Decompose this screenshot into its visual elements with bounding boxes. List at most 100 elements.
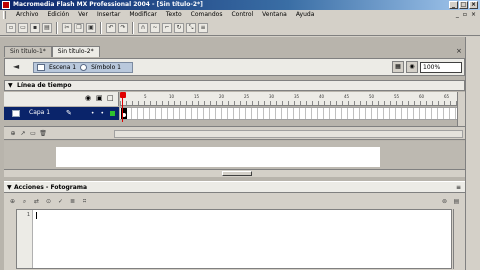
actions-toolbar-right: ⊚ ▤ bbox=[440, 197, 461, 206]
add-statement-icon[interactable]: ⊕ bbox=[8, 197, 17, 206]
smooth-icon[interactable]: ~ bbox=[150, 22, 160, 33]
text-caret bbox=[36, 212, 37, 219]
delete-layer-icon[interactable]: 🗑 bbox=[39, 130, 47, 138]
pencil-icon: ✎ bbox=[66, 109, 72, 117]
straighten-icon[interactable]: ⌐ bbox=[162, 22, 172, 33]
edit-symbol-icon[interactable]: ◉ bbox=[406, 61, 418, 73]
print-icon[interactable]: ▤ bbox=[42, 22, 52, 33]
line-numbers: 1 bbox=[17, 210, 33, 268]
undo-icon[interactable]: ↶ bbox=[106, 22, 116, 33]
timeline-vertical-scrollbar[interactable] bbox=[457, 92, 465, 126]
main-vertical-scrollbar[interactable] bbox=[465, 37, 480, 270]
menubar: Archivo Edición Ver Insertar Modificar T… bbox=[0, 10, 480, 20]
cut-icon[interactable]: ✂ bbox=[62, 22, 72, 33]
tab-sin-titulo-2[interactable]: Sin título-2* bbox=[51, 46, 100, 57]
lock-icon[interactable]: ▣ bbox=[96, 95, 103, 102]
playhead[interactable] bbox=[120, 92, 126, 98]
stage[interactable] bbox=[56, 147, 380, 167]
breadcrumb: Escena 1 Símbolo 1 bbox=[33, 62, 133, 73]
layer-name[interactable]: Capa 1 bbox=[29, 109, 50, 116]
zoom-input[interactable]: 100% bbox=[420, 61, 462, 73]
menu-texto[interactable]: Texto bbox=[166, 10, 182, 20]
panel-options-icon[interactable]: ≡ bbox=[456, 182, 461, 193]
ruler-number: 20 bbox=[219, 94, 225, 99]
paste-icon[interactable]: ▣ bbox=[86, 22, 96, 33]
doc-restore-button[interactable]: ▫ bbox=[463, 10, 467, 20]
menu-control[interactable]: Control bbox=[231, 10, 253, 20]
document-close-icon[interactable]: × bbox=[456, 47, 462, 55]
frame-ruler[interactable]: 5 10 15 20 25 30 35 40 45 50 55 60 65 bbox=[120, 92, 457, 106]
actions-panel-header[interactable]: ▼ Acciones - Fotograma ≡ bbox=[4, 182, 465, 193]
menu-ayuda[interactable]: Ayuda bbox=[296, 10, 315, 20]
ruler-number: 50 bbox=[369, 94, 375, 99]
new-document-icon[interactable]: ▫ bbox=[6, 22, 16, 33]
menu-modificar[interactable]: Modificar bbox=[129, 10, 157, 20]
tab-sin-titulo-1[interactable]: Sin título-1* bbox=[4, 46, 52, 57]
layer-lock-dot[interactable]: • bbox=[100, 110, 104, 117]
timeline-horizontal-scrollbar[interactable] bbox=[114, 130, 463, 138]
code-hint-icon[interactable]: ʭ bbox=[80, 197, 89, 206]
align-icon[interactable]: ≡ bbox=[198, 22, 208, 33]
ruler-number: 55 bbox=[394, 94, 400, 99]
maximize-button[interactable]: □ bbox=[459, 1, 468, 9]
frame-cells[interactable] bbox=[120, 107, 457, 120]
eye-icon[interactable]: ◉ bbox=[85, 95, 92, 102]
save-icon[interactable]: ▪ bbox=[30, 22, 40, 33]
script-vertical-scrollbar[interactable] bbox=[453, 209, 463, 269]
doc-close-button[interactable]: × bbox=[471, 10, 476, 20]
auto-format-icon[interactable]: ≣ bbox=[68, 197, 77, 206]
replace-icon[interactable]: ⇄ bbox=[32, 197, 41, 206]
flash-app-icon bbox=[2, 1, 10, 9]
timeline-panel-header[interactable]: ▼ Línea de tiempo bbox=[4, 80, 465, 91]
layer-row[interactable]: Capa 1 ✎ • • bbox=[4, 107, 119, 120]
stage-horizontal-scrollbar[interactable] bbox=[4, 169, 465, 177]
collapse-arrow-icon[interactable]: ▼ bbox=[8, 81, 13, 91]
layer-visibility-dot[interactable]: • bbox=[91, 110, 95, 117]
ruler-number: 45 bbox=[344, 94, 350, 99]
doc-minimize-button[interactable]: _ bbox=[456, 10, 459, 20]
window-title: Macromedia Flash MX Professional 2004 - … bbox=[13, 1, 203, 8]
reference-icon[interactable]: ⊚ bbox=[440, 197, 449, 206]
check-syntax-icon[interactable]: ✓ bbox=[56, 197, 65, 206]
menu-edicion[interactable]: Edición bbox=[47, 10, 69, 20]
target-icon[interactable]: ⊙ bbox=[44, 197, 53, 206]
snap-icon[interactable]: ∩ bbox=[138, 22, 148, 33]
insert-folder-icon[interactable]: ▭ bbox=[29, 130, 37, 138]
edit-bar: ◄ Escena 1 Símbolo 1 ▦ ◉ 100% bbox=[4, 58, 465, 76]
ruler-number: 30 bbox=[269, 94, 275, 99]
outline-icon[interactable]: □ bbox=[107, 95, 114, 102]
layer-column-icons: ◉ ▣ □ bbox=[85, 95, 114, 102]
rotate-icon[interactable]: ↻ bbox=[174, 22, 184, 33]
find-icon[interactable]: ⌕ bbox=[20, 197, 29, 206]
document-tabs: Sin título-1* Sin título-2* bbox=[4, 46, 100, 57]
scrollbar-thumb[interactable] bbox=[222, 171, 252, 176]
menu-archivo[interactable]: Archivo bbox=[16, 10, 38, 20]
menu-ventana[interactable]: Ventana bbox=[262, 10, 287, 20]
redo-icon[interactable]: ↷ bbox=[118, 22, 128, 33]
toolbar-separator bbox=[132, 21, 134, 34]
layer-outline-square[interactable] bbox=[110, 111, 115, 116]
toolbar-separator bbox=[56, 21, 58, 34]
ruler-ticks bbox=[120, 101, 457, 105]
open-icon[interactable]: ▭ bbox=[18, 22, 28, 33]
ruler-number: 25 bbox=[244, 94, 250, 99]
add-layer-icon[interactable]: ⊕ bbox=[9, 130, 17, 138]
back-arrow-icon[interactable]: ◄ bbox=[13, 62, 19, 71]
timeline-title: Línea de tiempo bbox=[17, 82, 72, 89]
menu-insertar[interactable]: Insertar bbox=[97, 10, 120, 20]
actions-collapse-icon[interactable]: ▼ bbox=[7, 182, 12, 193]
add-guide-icon[interactable]: ↗ bbox=[19, 130, 27, 138]
close-button[interactable]: × bbox=[469, 1, 478, 9]
minimize-button[interactable]: _ bbox=[449, 1, 458, 9]
menu-ver[interactable]: Ver bbox=[78, 10, 88, 20]
ruler-number: 60 bbox=[419, 94, 425, 99]
breadcrumb-symbol[interactable]: Símbolo 1 bbox=[91, 64, 121, 71]
breadcrumb-scene[interactable]: Escena 1 bbox=[49, 64, 76, 71]
script-editor[interactable]: 1 bbox=[16, 209, 452, 269]
scale-icon[interactable]: ⤡ bbox=[186, 22, 196, 33]
options-icon[interactable]: ▤ bbox=[452, 197, 461, 206]
edit-scene-icon[interactable]: ▦ bbox=[392, 61, 404, 73]
menu-comandos[interactable]: Comandos bbox=[191, 10, 223, 20]
copy-icon[interactable]: ❐ bbox=[74, 22, 84, 33]
ruler-number: 10 bbox=[169, 94, 175, 99]
